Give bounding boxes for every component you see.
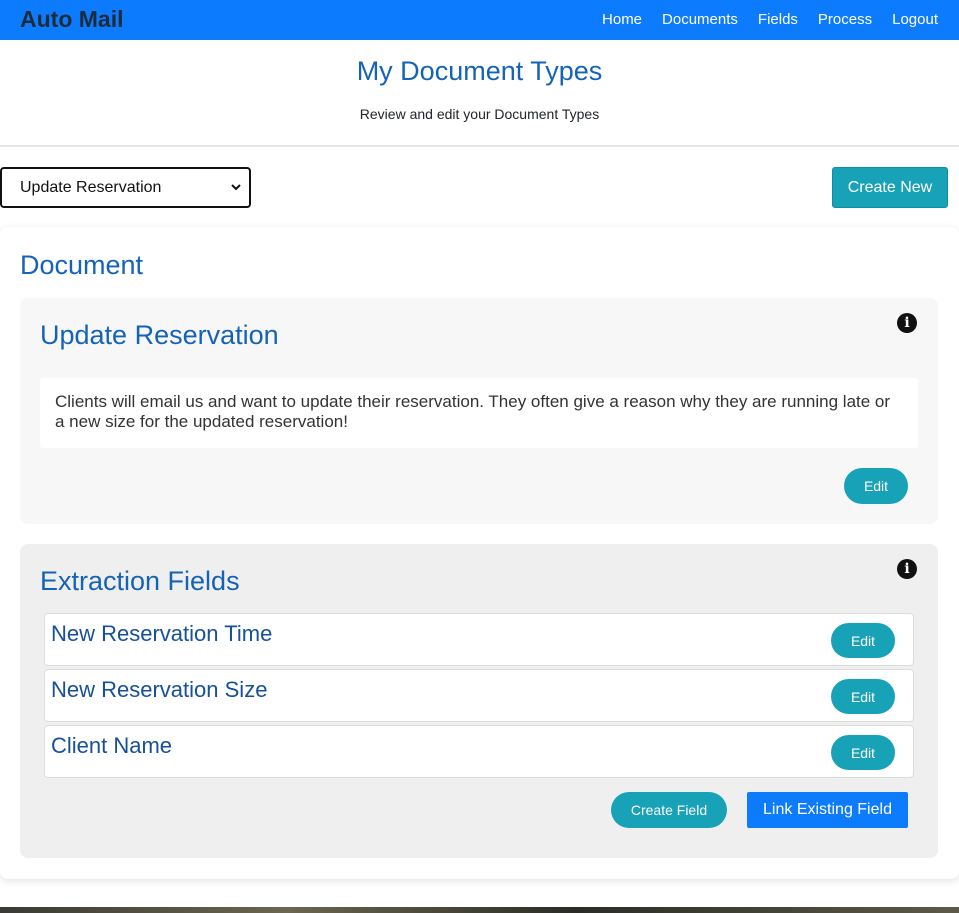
nav-fields[interactable]: Fields [758, 11, 798, 28]
field-edit-button[interactable]: Edit [831, 679, 895, 714]
document-card: Update Reservation i Clients will email … [20, 298, 938, 524]
page-subtitle: Review and edit your Document Types [359, 106, 600, 122]
create-field-button[interactable]: Create Field [611, 792, 727, 828]
page-title: My Document Types [356, 56, 603, 86]
field-row: Client Name Edit [44, 725, 914, 778]
extraction-fields-card: Extraction Fields i New Reservation Time… [20, 544, 938, 858]
top-navbar: Auto Mail Home Documents Fields Process … [0, 0, 959, 40]
chevron-down-icon [231, 184, 241, 191]
background-strip [0, 907, 959, 913]
field-row: New Reservation Time Edit [44, 613, 914, 666]
info-icon[interactable]: i [897, 559, 917, 579]
field-name: New Reservation Size [51, 677, 268, 702]
nav-links: Home Documents Fields Process Logout [582, 11, 938, 28]
page-header: My Document Types Review and edit your D… [0, 40, 959, 147]
document-edit-button[interactable]: Edit [844, 468, 908, 504]
document-type-select-value: Update Reservation [20, 179, 162, 196]
document-description: Clients will email us and want to update… [40, 378, 918, 448]
field-name: Client Name [51, 733, 173, 758]
document-section-title: Document [20, 250, 144, 280]
nav-documents[interactable]: Documents [662, 11, 738, 28]
field-edit-button[interactable]: Edit [831, 623, 895, 658]
app-brand[interactable]: Auto Mail [20, 6, 124, 33]
field-row: New Reservation Size Edit [44, 669, 914, 722]
field-name: New Reservation Time [51, 621, 273, 646]
document-type-select[interactable]: Update Reservation [0, 167, 251, 208]
extraction-fields-title: Extraction Fields [40, 566, 240, 596]
nav-process[interactable]: Process [818, 11, 872, 28]
link-existing-field-button[interactable]: Link Existing Field [747, 792, 908, 828]
nav-home[interactable]: Home [602, 11, 642, 28]
nav-logout[interactable]: Logout [892, 11, 938, 28]
create-new-button[interactable]: Create New [832, 167, 948, 208]
info-icon[interactable]: i [897, 313, 917, 333]
field-edit-button[interactable]: Edit [831, 735, 895, 770]
document-card-title: Update Reservation [40, 320, 279, 350]
